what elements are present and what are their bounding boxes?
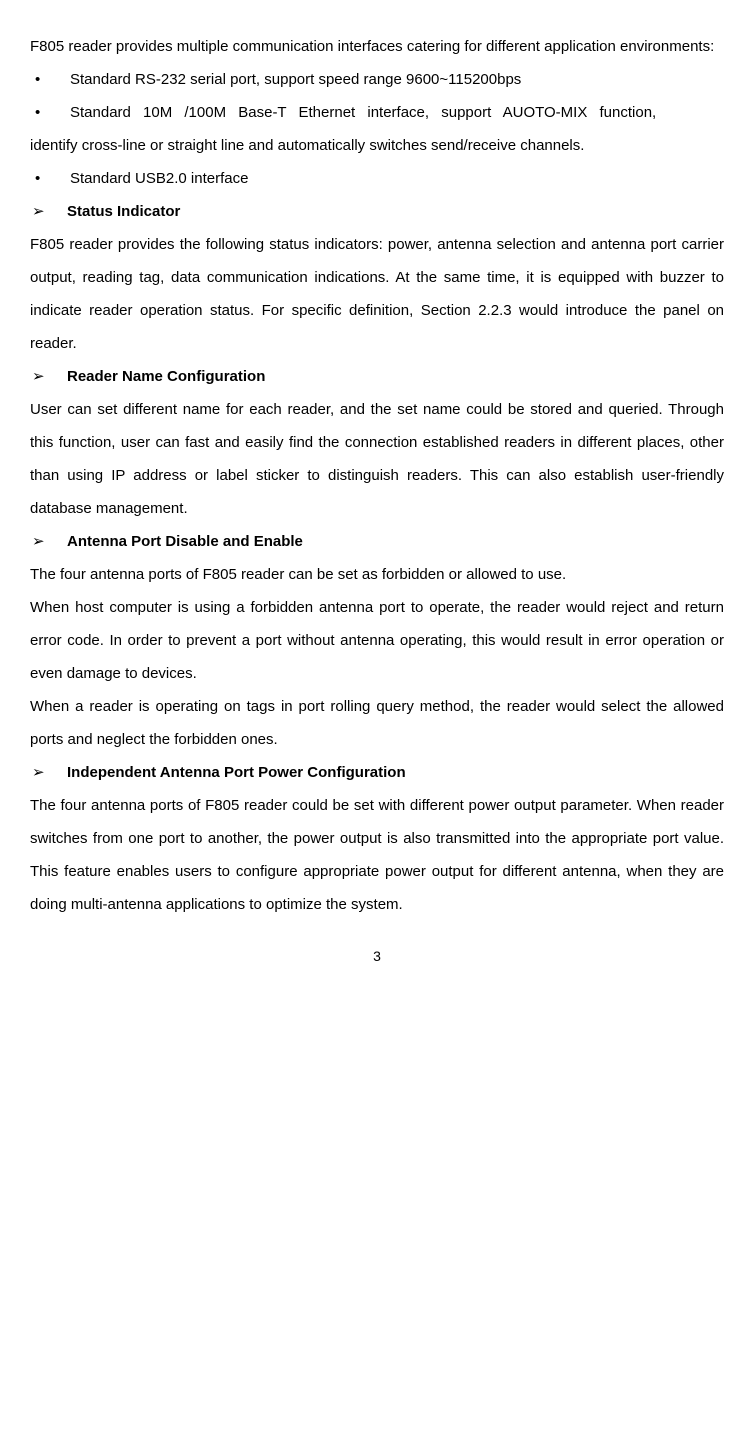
section-paragraph: When host computer is using a forbidden … [30, 591, 724, 690]
section-body: F805 reader provides the following statu… [30, 228, 724, 360]
bullet-icon: • [30, 96, 70, 129]
bullet-continuation: identify cross-line or straight line and… [30, 129, 724, 162]
section-title: Antenna Port Disable and Enable [67, 525, 303, 558]
section-heading-reader-name: ➢ Reader Name Configuration [30, 360, 724, 393]
arrow-icon: ➢ [30, 525, 67, 558]
bullet-text: Standard USB2.0 interface [70, 162, 724, 195]
bullet-text: Standard RS-232 serial port, support spe… [70, 63, 724, 96]
arrow-icon: ➢ [30, 360, 67, 393]
bullet-icon: • [30, 162, 70, 195]
intro-paragraph: F805 reader provides multiple communicat… [30, 30, 724, 63]
bullet-list: • Standard RS-232 serial port, support s… [30, 63, 724, 195]
bullet-item-2: • Standard 10M /100M Base-T Ethernet int… [30, 96, 724, 129]
arrow-icon: ➢ [30, 756, 67, 789]
arrow-icon: ➢ [30, 195, 67, 228]
section-title: Status Indicator [67, 195, 180, 228]
bullet-item-1: • Standard RS-232 serial port, support s… [30, 63, 724, 96]
section-paragraph: The four antenna ports of F805 reader ca… [30, 558, 724, 591]
section-heading-status-indicator: ➢ Status Indicator [30, 195, 724, 228]
bullet-text: Standard 10M /100M Base-T Ethernet inter… [70, 96, 724, 129]
section-body: User can set different name for each rea… [30, 393, 724, 525]
section-paragraph: When a reader is operating on tags in po… [30, 690, 724, 756]
page-number: 3 [30, 941, 724, 972]
bullet-item-3: • Standard USB2.0 interface [30, 162, 724, 195]
section-heading-independent-power: ➢ Independent Antenna Port Power Configu… [30, 756, 724, 789]
bullet-icon: • [30, 63, 70, 96]
section-body: The four antenna ports of F805 reader co… [30, 789, 724, 921]
section-heading-antenna-port: ➢ Antenna Port Disable and Enable [30, 525, 724, 558]
section-title: Reader Name Configuration [67, 360, 265, 393]
section-title: Independent Antenna Port Power Configura… [67, 756, 406, 789]
